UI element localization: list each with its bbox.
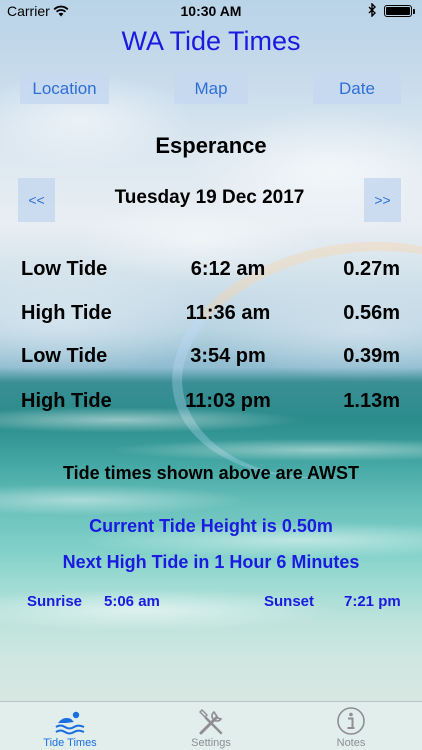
info-icon [335,706,367,736]
tide-time: 6:12 am [190,258,266,280]
tab-bar: Tide Times Settings Notes [0,701,422,750]
date-button[interactable]: Date [313,73,401,104]
tide-row: Low Tide 3:54 pm 0.39m [0,345,422,375]
sunset-label: Sunset [264,593,315,610]
background-sea-foam [0,380,422,700]
location-button[interactable]: Location [20,73,109,104]
tide-time: 11:03 pm [185,390,271,412]
timezone-note: Tide times shown above are AWST [62,463,360,483]
tools-icon [195,706,227,736]
tide-row: High Tide 11:36 am 0.56m [0,302,422,332]
next-day-button[interactable]: >> [364,178,401,222]
map-button[interactable]: Map [174,73,248,104]
sunrise-time: 5:06 am [104,593,160,610]
tab-label: Settings [191,737,231,749]
current-date: Tuesday 19 Dec 2017 [114,187,305,208]
tide-type: High Tide [21,302,112,324]
tide-type: Low Tide [21,258,108,280]
tab-label: Notes [336,737,366,749]
tide-type: High Tide [21,390,112,412]
current-tide-height: Current Tide Height is 0.50m [89,516,333,536]
previous-day-button[interactable]: << [18,178,55,222]
tide-type: Low Tide [21,345,108,367]
tab-notes[interactable]: Notes [281,702,421,750]
app-title: WA Tide Times [121,26,301,56]
tide-time: 11:36 am [185,302,271,324]
status-bar: Carrier 10:30 AM [0,0,422,22]
location-name: Esperance [155,133,267,158]
bluetooth-icon [368,2,377,20]
next-tide-countdown: Next High Tide in 1 Hour 6 Minutes [62,552,360,572]
tide-height: 0.27m [343,258,400,280]
battery-nub [413,9,415,14]
swimmer-icon [54,706,86,736]
tide-row: Low Tide 6:12 am 0.27m [0,258,422,288]
tide-time: 3:54 pm [190,345,266,367]
tide-row: High Tide 11:03 pm 1.13m [0,390,422,420]
tide-height: 1.13m [343,390,400,412]
tide-height: 0.39m [343,345,400,367]
status-time: 10:30 AM [180,3,242,19]
tide-height: 0.56m [343,302,400,324]
sunset-time: 7:21 pm [344,593,401,610]
battery-fill [386,7,410,15]
app-screen: Carrier 10:30 AM WA Tide Times Location … [0,0,422,750]
tab-label: Tide Times [43,737,97,749]
tab-tide-times[interactable]: Tide Times [0,702,140,750]
tab-settings[interactable]: Settings [141,702,281,750]
sunrise-label: Sunrise [27,593,83,610]
battery-icon [384,5,415,17]
